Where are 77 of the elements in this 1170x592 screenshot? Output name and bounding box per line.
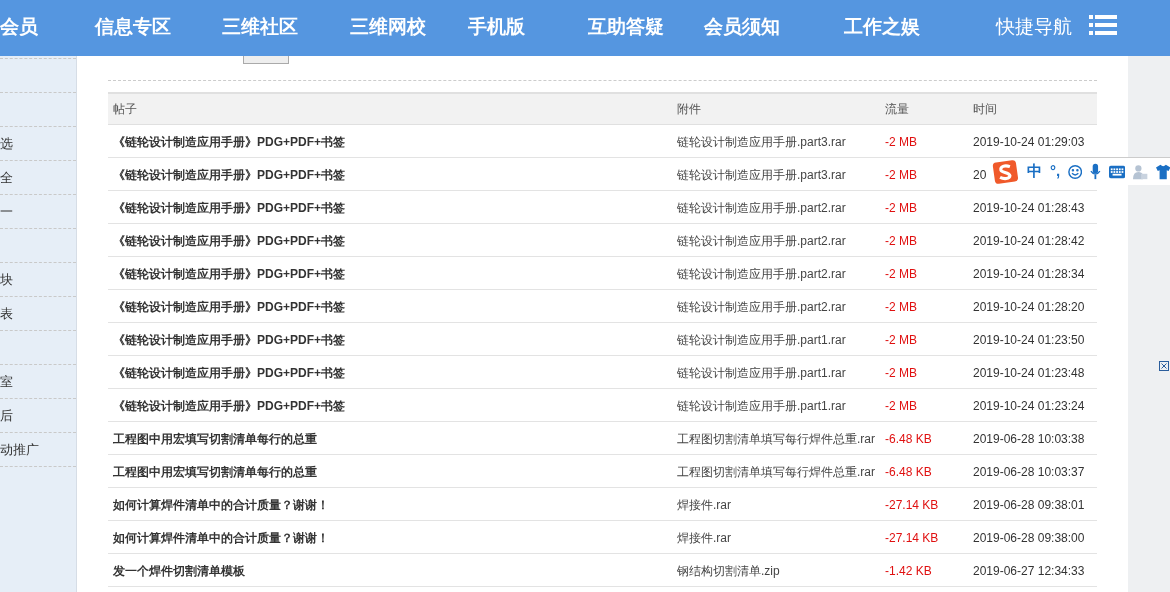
post-title[interactable]: 工程图中用宏填写切割清单每行的总重 [108, 432, 317, 446]
time-value: 2019-10-24 01:28:43 [973, 201, 1085, 215]
keyboard-icon[interactable] [1109, 164, 1126, 179]
post-title[interactable]: 《链轮设计制造应用手册》PDG+PDF+书签 [108, 267, 346, 281]
time-value: 2019-10-24 01:28:34 [973, 267, 1085, 281]
time-value: 20 [973, 168, 987, 182]
ime-punct[interactable]: °, [1049, 160, 1061, 183]
traffic-value: -2 MB [885, 267, 917, 281]
attachment-name[interactable]: 链轮设计制造应用手册.part3.rar [677, 168, 846, 182]
traffic-value: -2 MB [885, 333, 917, 347]
sidebar-item[interactable]: 选 [0, 135, 13, 152]
sidebar-item[interactable]: 块 [0, 271, 13, 288]
attachment-name[interactable]: 链轮设计制造应用手册.part3.rar [677, 135, 846, 149]
shirt-icon[interactable] [1155, 163, 1170, 180]
column-header: 流量 [885, 101, 910, 118]
traffic-value: -27.14 KB [885, 498, 939, 512]
attachment-name[interactable]: 焊接件.rar [677, 498, 731, 512]
traffic-value: -1.42 KB [885, 564, 932, 578]
attachment-name[interactable]: 链轮设计制造应用手册.part2.rar [677, 234, 846, 248]
time-value: 2019-10-24 01:23:48 [973, 366, 1085, 380]
time-value: 2019-10-24 01:23:50 [973, 333, 1085, 347]
post-title[interactable]: 《链轮设计制造应用手册》PDG+PDF+书签 [108, 168, 346, 182]
post-title[interactable]: 《链轮设计制造应用手册》PDG+PDF+书签 [108, 234, 346, 248]
traffic-value: -2 MB [885, 201, 917, 215]
post-title[interactable]: 《链轮设计制造应用手册》PDG+PDF+书签 [108, 135, 346, 149]
sidebar-item[interactable]: 动推广 [0, 441, 39, 458]
sidebar-item[interactable]: 全 [0, 169, 13, 186]
time-value: 2019-06-28 10:03:38 [973, 432, 1085, 446]
traffic-value: -2 MB [885, 399, 917, 413]
time-value: 2019-06-28 10:03:37 [973, 465, 1085, 479]
attachment-name[interactable]: 链轮设计制造应用手册.part2.rar [677, 201, 846, 215]
post-title[interactable]: 《链轮设计制造应用手册》PDG+PDF+书签 [108, 333, 346, 347]
attachment-name[interactable]: 链轮设计制造应用手册.part1.rar [677, 399, 846, 413]
time-value: 2019-06-28 09:38:01 [973, 498, 1085, 512]
attachment-name[interactable]: 链轮设计制造应用手册.part1.rar [677, 366, 846, 380]
traffic-value: -2 MB [885, 234, 917, 248]
attachment-name[interactable]: 链轮设计制造应用手册.part2.rar [677, 300, 846, 314]
traffic-value: -27.14 KB [885, 531, 939, 545]
post-title[interactable]: 《链轮设计制造应用手册》PDG+PDF+书签 [108, 300, 346, 314]
close-icon[interactable] [1159, 361, 1169, 371]
time-value: 2019-10-24 01:23:24 [973, 399, 1085, 413]
sidebar-item[interactable]: 后 [0, 407, 13, 424]
ime-logo-icon[interactable] [992, 158, 1019, 185]
traffic-value: -2 MB [885, 300, 917, 314]
post-title[interactable]: 如何计算焊件清单中的合计质量？谢谢！ [108, 498, 329, 512]
attachment-name[interactable]: 链轮设计制造应用手册.part1.rar [677, 333, 846, 347]
menu-icon[interactable] [1089, 15, 1117, 35]
microphone-icon[interactable] [1090, 163, 1102, 180]
post-title[interactable]: 《链轮设计制造应用手册》PDG+PDF+书签 [108, 201, 346, 215]
time-value: 2019-06-27 12:34:33 [973, 564, 1085, 578]
post-title[interactable]: 《链轮设计制造应用手册》PDG+PDF+书签 [108, 399, 346, 413]
post-title[interactable]: 《链轮设计制造应用手册》PDG+PDF+书签 [108, 366, 346, 380]
traffic-value: -2 MB [885, 135, 917, 149]
traffic-value: -2 MB [885, 168, 917, 182]
post-title[interactable]: 发一个焊件切割清单模板 [108, 564, 245, 578]
time-value: 2019-10-24 01:28:20 [973, 300, 1085, 314]
time-value: 2019-06-28 09:38:00 [973, 531, 1085, 545]
column-header: 时间 [973, 101, 998, 118]
sidebar-item[interactable]: 一 [0, 203, 13, 220]
post-title[interactable]: 如何计算焊件清单中的合计质量？谢谢！ [108, 531, 329, 545]
ime-mode[interactable]: 中 [1026, 160, 1042, 183]
time-value: 2019-10-24 01:29:03 [973, 135, 1085, 149]
attachment-name[interactable]: 工程图切割清单填写每行焊件总重.rar [677, 465, 875, 479]
time-value: 2019-10-24 01:28:42 [973, 234, 1085, 248]
traffic-value: -2 MB [885, 366, 917, 380]
sidebar-item[interactable]: 表 [0, 305, 13, 322]
attachment-name[interactable]: 焊接件.rar [677, 531, 731, 545]
sidebar-item[interactable]: 室 [0, 373, 13, 390]
traffic-value: -6.48 KB [885, 432, 932, 446]
smiley-icon[interactable] [1068, 163, 1083, 180]
attachment-name[interactable]: 工程图切割清单填写每行焊件总重.rar [677, 432, 875, 446]
attachment-name[interactable]: 链轮设计制造应用手册.part2.rar [677, 267, 846, 281]
traffic-value: -6.48 KB [885, 465, 932, 479]
column-header: 附件 [677, 101, 702, 118]
post-title[interactable]: 工程图中用宏填写切割清单每行的总重 [108, 465, 317, 479]
column-header: 帖子 [112, 101, 138, 118]
attachment-name[interactable]: 钢结构切割清单.zip [677, 564, 780, 578]
